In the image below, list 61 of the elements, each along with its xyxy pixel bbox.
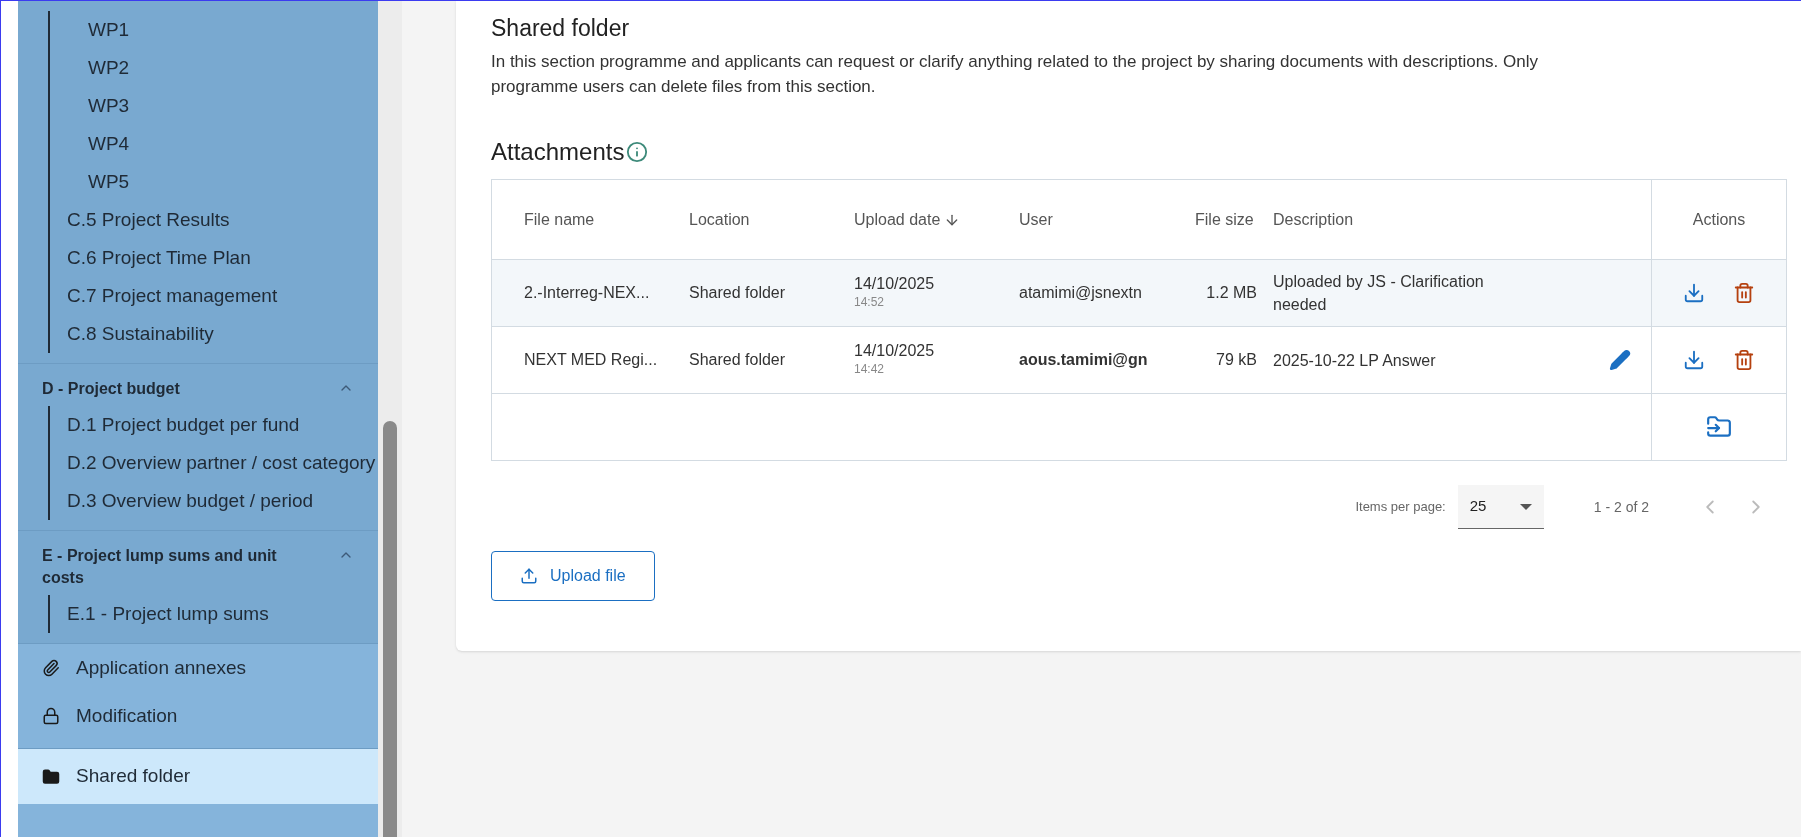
column-header[interactable]: File size [1179,207,1254,232]
page-size-select[interactable]: 25 [1457,485,1544,529]
sidebar-nav-item[interactable]: Modification [18,692,378,740]
column-header[interactable]: User [1019,207,1179,232]
delete-button[interactable] [1733,349,1755,371]
column-header[interactable]: Description [1273,207,1651,232]
lock-icon [42,707,60,725]
section-header[interactable]: E - Project lump sums and unit costs [18,531,378,595]
table-cell-text: atamimi@jsnextn [1019,283,1143,303]
sidebar-nav-item[interactable]: Shared folder [18,748,378,804]
table-cell-text: Shared folder [689,283,787,303]
upload-time: 14:52 [854,294,886,311]
delete-button[interactable] [1733,282,1755,304]
column-header[interactable]: File name [524,207,689,232]
download-button[interactable] [1683,282,1705,304]
scrollbar-thumb[interactable] [383,421,397,837]
table-cell-text: 14/10/2025 [854,275,936,293]
table-cell-text: 79 kB [1216,350,1258,370]
sidebar-item[interactable]: WP1 [50,11,378,49]
upload-icon [520,567,538,585]
attachments-heading: Attachments [491,137,625,167]
items-per-page-label: Items per page: [1355,498,1446,517]
download-button[interactable] [1683,349,1705,371]
sidebar-item[interactable]: E.1 - Project lump sums [50,595,378,633]
sidebar-item[interactable]: D.3 Overview budget / period [50,482,378,520]
column-header: Actions [1651,180,1786,259]
section-header[interactable]: D - Project budget [18,364,378,406]
table-cell-text: 2025-10-22 LP Answer [1273,350,1436,371]
page-title: Shared folder [491,14,631,43]
table-cell-text: Uploaded by JS - Clarification needed [1273,272,1485,315]
sidebar-nav-item[interactable]: Application annexes [18,644,378,692]
table-cell-text: Shared folder [689,350,787,370]
column-header[interactable]: Upload date [854,207,1019,232]
sidebar-item[interactable]: WP2 [50,49,378,87]
table-cell-text: NEXT MED Regi... [524,350,659,370]
table-cell-text: aous.tamimi@gn [1019,350,1149,370]
table-cell-text: 2.-Interreg-NEX... [524,283,651,303]
sidebar-item[interactable]: C.5 Project Results [50,201,378,239]
edit-button[interactable] [1609,349,1631,371]
folder-icon [42,767,60,786]
table-cell-text: 14/10/2025 [854,342,936,360]
section-description: In this section programme and applicants can request or clarify anything related to the project by sharing documents with descriptions. Only programme users can delete files from this section. [491,51,1539,98]
sidebar-item[interactable]: WP4 [50,125,378,163]
sidebar-item[interactable]: WP5 [50,163,378,201]
sidebar-item[interactable]: D.2 Overview partner / cost category [50,444,378,482]
table-row[interactable]: 2.-Interreg-NEX... Shared folder 14/10/2025 14:52 atamimi@jsnextn 1.2 MB Uploaded by JS - Clarification needed [492,260,1786,327]
sidebar-item[interactable]: C.8 Sustainability [50,315,378,353]
paperclip-icon [42,659,60,677]
table-cell-text: 1.2 MB [1206,283,1258,303]
sidebar-item[interactable]: C.6 Project Time Plan [50,239,378,277]
table-row[interactable]: NEXT MED Regi... Shared folder 14/10/2025 14:42 aous.tamimi@gn 79 kB 2025-10-22 LP Answer [492,327,1786,394]
dropdown-caret-icon [1519,503,1532,510]
page-range: 1 - 2 of 2 [1593,497,1649,517]
info-icon[interactable] [626,141,649,163]
column-header[interactable]: Location [689,207,854,232]
folder-upload-button[interactable] [1706,414,1732,440]
upload-time: 14:42 [854,361,886,378]
sidebar-item[interactable]: C.7 Project management [50,277,378,315]
sidebar-item[interactable]: D.1 Project budget per fund [50,406,378,444]
sidebar-item[interactable]: WP3 [50,87,378,125]
upload-file-button[interactable]: Upload file [491,551,655,601]
